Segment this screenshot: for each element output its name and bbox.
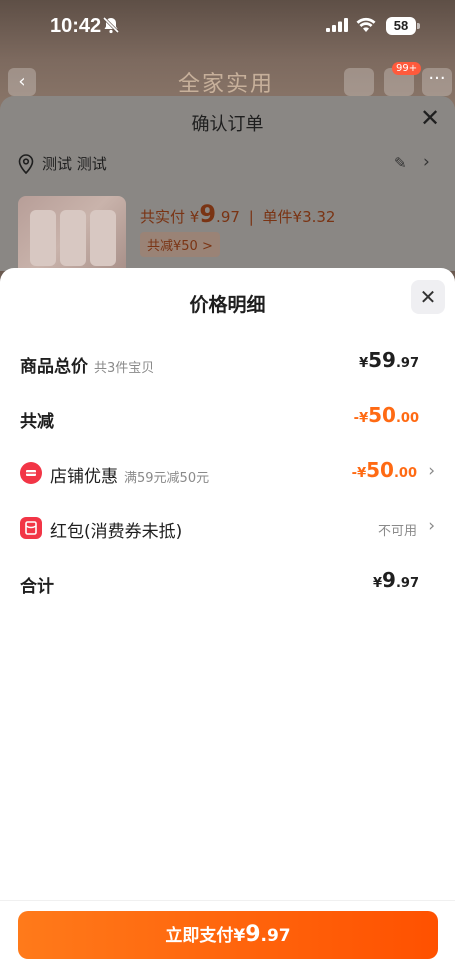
goods-total-amount: ¥59.97 — [359, 348, 419, 372]
chevron-right-icon: › — [428, 461, 435, 481]
bell-muted-icon — [102, 16, 120, 34]
red-packet-icon — [20, 517, 42, 539]
pay-currency: ¥ — [189, 208, 200, 226]
status-time: 10:42 — [50, 15, 102, 37]
price-detail-title: 价格明细 — [189, 294, 266, 316]
bottle-shape — [90, 210, 116, 266]
grand-total-amount: ¥9.97 — [373, 568, 419, 592]
row-label: 商品总价 共3件宝贝 — [20, 357, 155, 377]
battery-tip — [417, 23, 420, 29]
bottle-shape — [60, 210, 86, 266]
discount-tag: 共减¥50 > — [140, 232, 220, 257]
edit-icon: ✎ — [394, 154, 407, 172]
confirm-order-sheet: 确认订单 ✕ 测试 测试 ✎ › 共实付 ¥9.97 | 单件¥3.32 共减¥… — [0, 96, 455, 271]
row-grand-total: 合计 ¥9.97 — [20, 568, 435, 598]
row-store-discount[interactable]: 店铺优惠 满59元减50元 -¥50.00 › — [20, 458, 435, 488]
product-thumbnail — [18, 196, 126, 271]
bottom-pay-bar: 立即支付¥9.97 — [0, 900, 455, 962]
signal-icon — [326, 18, 348, 32]
more-icon: ··· — [422, 68, 452, 96]
share-icon — [344, 68, 374, 96]
row-label: 店铺优惠 满59元减50元 — [50, 467, 210, 487]
bottle-shape — [30, 210, 56, 266]
row-total-discount: 共减 -¥50.00 — [20, 403, 435, 433]
address-name: 测试 测试 — [42, 155, 107, 173]
pay-amount-dec: .97 — [216, 208, 240, 226]
row-sublabel: 满59元减50元 — [124, 471, 210, 486]
close-icon: ✕ — [420, 104, 441, 132]
wifi-icon — [356, 17, 376, 32]
order-sheet-title: 确认订单 — [191, 114, 264, 135]
back-icon: ‹ — [8, 68, 36, 96]
row-sublabel: 共3件宝贝 — [94, 361, 155, 376]
pay-now-button[interactable]: 立即支付¥9.97 — [18, 911, 438, 959]
store-coupon-icon — [20, 462, 42, 484]
price-detail-sheet: 价格明细 ✕ 商品总价 共3件宝贝 ¥59.97 共减 -¥50.00 店铺优惠满… — [0, 268, 455, 961]
cart-badge: 99+ — [392, 62, 422, 75]
background-nav-bar: ‹ 全家实用 99+ ··· — [0, 62, 455, 98]
close-button[interactable]: ✕ — [411, 280, 445, 314]
location-pin-icon — [18, 154, 34, 174]
row-label: 合计 — [20, 577, 54, 597]
chevron-right-icon: › — [428, 516, 435, 536]
pay-label: 共实付 — [140, 208, 186, 226]
order-pay-summary: 共实付 ¥9.97 | 单件¥3.32 — [140, 200, 336, 228]
row-label: 共减 — [20, 412, 54, 432]
store-discount-amount: -¥50.00 — [351, 458, 417, 482]
row-label: 红包(消费券未抵) — [50, 522, 183, 542]
status-bar: 10:42 58 — [0, 0, 455, 54]
row-red-packet[interactable]: 红包(消费券未抵) 不可用 › — [20, 513, 435, 543]
unit-price: 单件¥3.32 — [262, 208, 336, 226]
row-goods-total: 商品总价 共3件宝贝 ¥59.97 — [20, 348, 435, 378]
background-store-title: 全家实用 — [178, 72, 275, 97]
pay-amount-int: 9 — [199, 200, 217, 228]
total-discount-amount: -¥50.00 — [353, 403, 419, 427]
battery-indicator: 58 — [386, 17, 416, 35]
unavailable-text: 不可用 — [377, 524, 417, 539]
address-row: 测试 测试 ✎ › — [18, 152, 438, 176]
chevron-right-icon: › — [423, 152, 430, 172]
